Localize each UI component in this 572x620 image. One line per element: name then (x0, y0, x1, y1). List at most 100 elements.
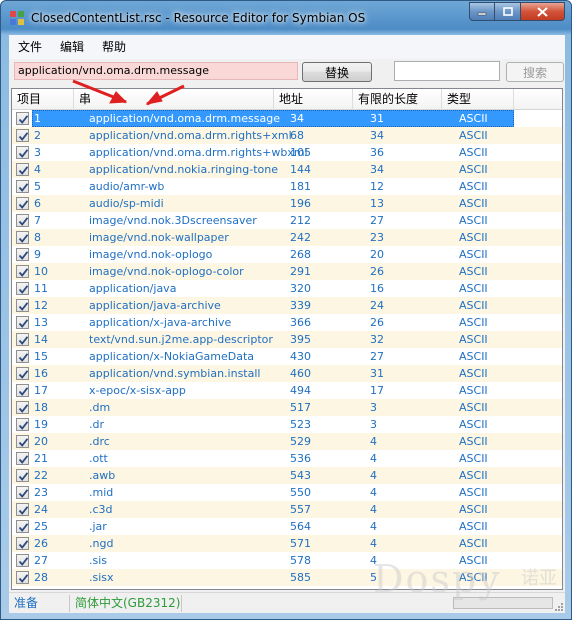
row-checkbox[interactable] (16, 486, 29, 499)
column-header-type[interactable]: 类型 (442, 89, 514, 110)
table-row[interactable]: 10 image/vnd.nok-oplogo-color 291 26 ASCII (12, 263, 562, 280)
resize-grip-icon[interactable] (554, 602, 564, 612)
table-row[interactable]: 15 application/x-NokiaGameData 430 27 ASCII (12, 348, 562, 365)
column-header-address[interactable]: 地址 (274, 89, 353, 110)
cell-item: 25 (34, 520, 48, 533)
row-checkbox[interactable] (16, 231, 29, 244)
row-checkbox[interactable] (16, 316, 29, 329)
search-button[interactable]: 搜索 (506, 62, 564, 82)
table-row[interactable]: 26 .ngd 571 4 ASCII (12, 535, 562, 552)
table-row[interactable]: 13 application/x-java-archive 366 26 ASCII (12, 314, 562, 331)
row-checkbox[interactable] (16, 299, 29, 312)
table-row[interactable]: 5 audio/amr-wb 181 12 ASCII (12, 178, 562, 195)
row-checkbox[interactable] (16, 197, 29, 210)
table-row[interactable]: 17 x-epoc/x-sisx-app 494 17 ASCII (12, 382, 562, 399)
close-button[interactable] (521, 2, 565, 21)
cell-item: 14 (34, 333, 48, 346)
row-checkbox[interactable] (16, 452, 29, 465)
menu-file[interactable]: 文件 (9, 35, 51, 59)
column-header-string[interactable]: 串 (74, 89, 274, 110)
table-row[interactable]: 16 application/vnd.symbian.install 460 31 AS… (12, 365, 562, 382)
cell-address: 585 (290, 571, 311, 584)
row-checkbox[interactable] (16, 214, 29, 227)
checkmark-icon (18, 149, 29, 158)
row-checkbox[interactable] (16, 537, 29, 550)
row-checkbox[interactable] (16, 333, 29, 346)
row-checkbox[interactable] (16, 554, 29, 567)
row-checkbox[interactable] (16, 435, 29, 448)
string-list[interactable]: 项目 串 地址 有限的长度 类型 1 application/vnd.oma.dr… (11, 88, 563, 590)
menu-help[interactable]: 帮助 (93, 35, 135, 59)
replace-button[interactable]: 替换 (302, 62, 372, 82)
table-row[interactable]: 22 .awb 543 4 ASCII (12, 467, 562, 484)
row-checkbox[interactable] (16, 146, 29, 159)
table-row[interactable]: 24 .c3d 557 4 ASCII (12, 501, 562, 518)
cell-type: ASCII (459, 231, 488, 244)
table-row[interactable]: 7 image/vnd.nok.3Dscreensaver 212 27 ASCII (12, 212, 562, 229)
table-row[interactable]: 2 application/vnd.oma.drm.rights+xml 68 34 A… (12, 127, 562, 144)
cell-item: 20 (34, 435, 48, 448)
watermark: Dospy (373, 557, 502, 601)
row-checkbox[interactable] (16, 350, 29, 363)
row-checkbox[interactable] (16, 282, 29, 295)
row-checkbox[interactable] (16, 571, 29, 584)
string-edit-field[interactable]: application/vnd.oma.drm.message (14, 62, 298, 80)
table-row[interactable]: 20 .drc 529 4 ASCII (12, 433, 562, 450)
table-row[interactable]: 6 audio/sp-midi 196 13 ASCII (12, 195, 562, 212)
table-row[interactable]: 19 .dr 523 3 ASCII (12, 416, 562, 433)
checkmark-icon (18, 336, 29, 345)
cell-type: ASCII (459, 333, 488, 346)
table-row[interactable]: 14 text/vnd.sun.j2me.app-descriptor 395 32 A… (12, 331, 562, 348)
table-row[interactable]: 18 .dm 517 3 ASCII (12, 399, 562, 416)
search-input[interactable] (394, 61, 500, 81)
checkmark-icon (18, 319, 29, 328)
column-header-length[interactable]: 有限的长度 (353, 89, 442, 110)
row-checkbox[interactable] (16, 469, 29, 482)
cell-item: 3 (34, 146, 41, 159)
column-header-item[interactable]: 项目 (12, 89, 74, 110)
table-row[interactable]: 4 application/vnd.nokia.ringing-tone 144 34… (12, 161, 562, 178)
row-checkbox[interactable] (16, 129, 29, 142)
cell-string: .mid (89, 486, 114, 499)
row-checkbox[interactable] (16, 503, 29, 516)
checkmark-icon (18, 387, 29, 396)
row-checkbox[interactable] (16, 163, 29, 176)
table-row[interactable]: 9 image/vnd.nok-oplogo 268 20 ASCII (12, 246, 562, 263)
table-row[interactable]: 21 .ott 536 4 ASCII (12, 450, 562, 467)
cell-length: 4 (370, 435, 377, 448)
row-checkbox[interactable] (16, 265, 29, 278)
cell-string: application/vnd.nokia.ringing-tone (89, 163, 279, 176)
checkmark-icon (18, 523, 29, 532)
checkmark-icon (18, 404, 29, 413)
row-checkbox[interactable] (16, 112, 29, 125)
cell-item: 9 (34, 248, 41, 261)
status-encoding: 简体中文(GB2312) (75, 596, 181, 610)
app-window: ClosedContentList.rsc - Resource Editor … (0, 0, 572, 620)
cell-length: 3 (370, 401, 377, 414)
minimize-button[interactable] (469, 2, 495, 21)
checkmark-icon (18, 421, 29, 430)
row-checkbox[interactable] (16, 367, 29, 380)
table-row[interactable]: 8 image/vnd.nok-wallpaper 242 23 ASCII (12, 229, 562, 246)
row-checkbox[interactable] (16, 418, 29, 431)
table-row[interactable]: 23 .mid 550 4 ASCII (12, 484, 562, 501)
title-bar[interactable]: ClosedContentList.rsc - Resource Editor … (1, 1, 571, 35)
cell-address: 536 (290, 452, 311, 465)
row-checkbox[interactable] (16, 384, 29, 397)
cell-string: application/vnd.symbian.install (89, 367, 261, 380)
row-checkbox[interactable] (16, 248, 29, 261)
table-row[interactable]: 1 application/vnd.oma.drm.message 34 31 ASCI… (12, 110, 562, 127)
row-checkbox[interactable] (16, 180, 29, 193)
row-checkbox[interactable] (16, 401, 29, 414)
cell-string: .sis (89, 554, 108, 567)
row-checkbox[interactable] (16, 520, 29, 533)
table-row[interactable]: 11 application/java 320 16 ASCII (12, 280, 562, 297)
menu-edit[interactable]: 编辑 (51, 35, 93, 59)
maximize-button[interactable] (495, 2, 521, 21)
table-row[interactable]: 3 application/vnd.oma.drm.rights+wbxml 105… (12, 144, 562, 161)
table-row[interactable]: 25 .jar 564 4 ASCII (12, 518, 562, 535)
table-row[interactable]: 12 application/java-archive 339 24 ASCII (12, 297, 562, 314)
watermark-cn: 诺亚 (521, 568, 557, 589)
cell-item: 6 (34, 197, 41, 210)
list-header: 项目 串 地址 有限的长度 类型 (12, 89, 562, 110)
